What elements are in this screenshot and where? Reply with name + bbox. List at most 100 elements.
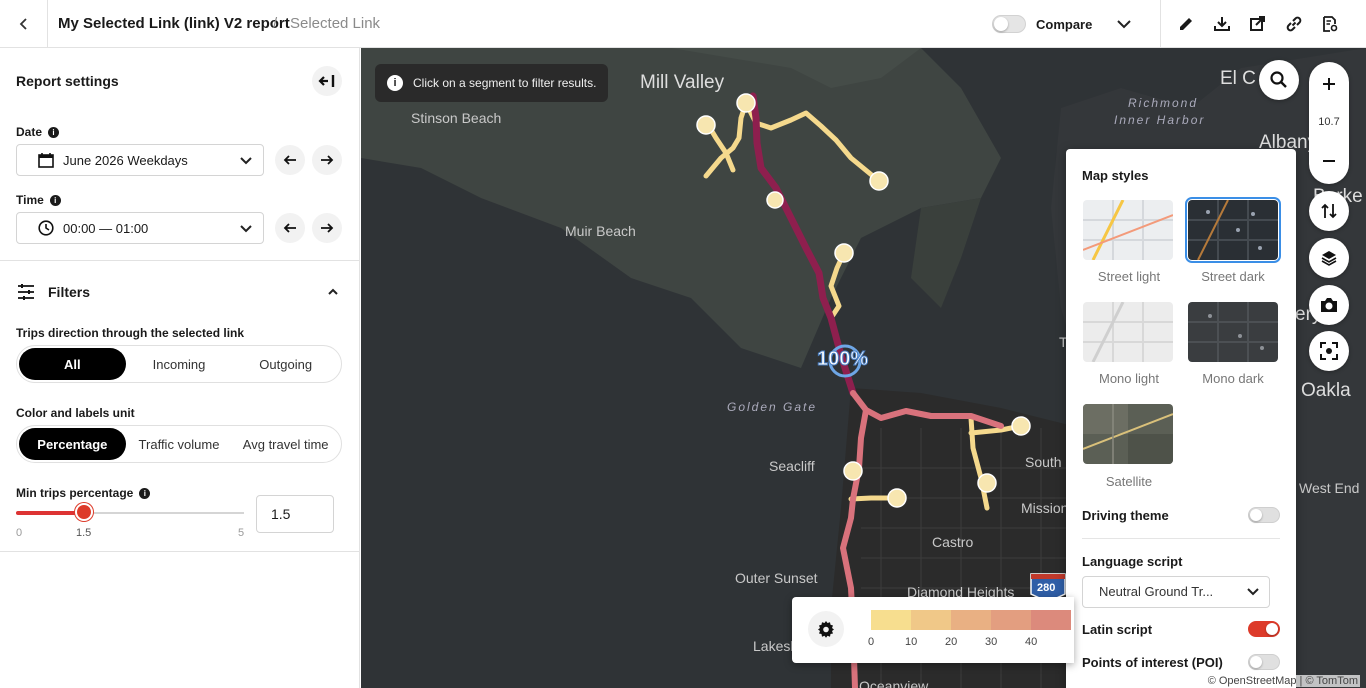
legend-tick: 20 [945,636,958,648]
report-details-button[interactable] [1319,13,1341,35]
download-button[interactable] [1211,13,1233,35]
date-next-button[interactable] [312,145,342,175]
collapse-sidebar-button[interactable] [312,66,342,96]
poi-toggle[interactable] [1248,654,1280,670]
unit-option-percentage[interactable]: Percentage [19,428,126,460]
time-prev-button[interactable] [275,213,305,243]
divider [0,551,360,552]
sidebar-title: Report settings [16,73,119,89]
map-styles-title: Map styles [1082,168,1149,183]
date-value: June 2026 Weekdays [63,152,188,168]
style-thumbnail-mono-light[interactable] [1083,302,1173,362]
time-select[interactable]: 00:00 — 01:00 [16,212,264,244]
style-label: Satellite [1105,474,1153,489]
link-icon [1286,16,1302,32]
map-place-label: Mill Valley [640,72,725,93]
compare-dropdown[interactable] [1112,12,1136,36]
direction-option-outgoing[interactable]: Outgoing [232,348,339,380]
language-script-select[interactable]: Neutral Ground Tr... [1082,576,1270,608]
copy-link-button[interactable] [1283,13,1305,35]
pencil-icon [1180,18,1192,30]
swap-direction-button[interactable] [1309,191,1349,231]
zoom-in-button[interactable] [1309,70,1349,98]
map-place-label: Mission [1021,500,1069,516]
map-layers-button[interactable] [1309,238,1349,278]
latin-script-toggle[interactable] [1248,621,1280,637]
style-label: Mono dark [1202,371,1264,386]
time-next-button[interactable] [312,213,342,243]
arrow-left-icon [283,155,296,165]
compare-toggle[interactable] [992,15,1026,33]
latin-script-row: Latin script [1082,621,1280,637]
map-place-label: Oceanview [859,678,929,688]
direction-option-incoming[interactable]: Incoming [126,348,233,380]
style-thumbnail-satellite[interactable] [1083,404,1173,464]
legend-swatch [951,610,991,630]
slider-max-label: 5 [238,527,245,539]
info-icon[interactable]: i [139,487,151,499]
min-trips-slider-handle[interactable] [75,503,93,521]
unit-segmented-control: Percentage Traffic volume Avg travel tim… [16,425,342,463]
driving-theme-toggle[interactable] [1248,507,1280,523]
driving-theme-label: Driving theme [1082,507,1169,523]
search-icon [1270,71,1287,88]
back-button[interactable] [0,0,48,48]
filters-toggle[interactable]: Filters [16,280,344,304]
unit-option-avg-travel-time[interactable]: Avg travel time [232,428,339,460]
camera-icon [1321,298,1337,312]
legend-settings-button[interactable] [808,611,844,647]
chevron-up-icon [328,288,338,295]
arrow-right-icon [321,155,334,165]
style-thumbnail-mono-dark[interactable] [1188,302,1278,362]
selected-link-percentage[interactable]: 100% [816,348,868,371]
date-label: Date i [16,125,60,139]
screenshot-button[interactable] [1309,285,1349,325]
minus-icon [1323,160,1335,162]
style-label: Street dark [1201,269,1265,284]
map-search-button[interactable] [1259,60,1299,100]
legend-color-scale [871,610,1071,630]
map-hint-banner: i Click on a segment to filter results. [375,64,609,102]
direction-option-all[interactable]: All [19,348,126,380]
unit-option-traffic-volume[interactable]: Traffic volume [126,428,233,460]
edit-button[interactable] [1175,13,1197,35]
info-icon: i [387,75,403,91]
report-settings-sidebar: Report settings Date i June 2026 Weekday… [0,48,360,688]
map-place-label: West End [1299,480,1360,496]
map-place-label: Golden Gate [727,400,818,414]
latin-script-label: Latin script [1082,621,1153,637]
style-label: Street light [1097,269,1161,284]
info-icon[interactable]: i [49,194,61,206]
legend-swatch [911,610,951,630]
compare-label: Compare [1036,17,1093,32]
date-label-text: Date [16,125,43,139]
poi-row: Points of interest (POI) [1082,654,1280,670]
arrow-left-icon [283,223,296,233]
direction-segmented-control: All Incoming Outgoing [16,345,342,383]
gear-icon [818,621,834,638]
style-thumbnail-street-light[interactable] [1083,200,1173,260]
document-settings-icon [1323,16,1338,32]
poi-label: Points of interest (POI) [1082,654,1223,670]
time-label: Time i [16,193,61,207]
map-attribution[interactable]: © OpenStreetMap | © TomTom [1205,675,1360,687]
driving-theme-row: Driving theme [1082,507,1280,523]
date-prev-button[interactable] [275,145,305,175]
map-view[interactable]: Mill Valley Stinson Beach Muir Beach Gol… [361,48,1366,688]
min-trips-label-text: Min trips percentage [16,486,134,500]
share-button[interactable] [1247,13,1269,35]
map-place-label: Richmond [1128,96,1199,110]
legend-swatch [1031,610,1071,630]
zoom-out-button[interactable] [1309,150,1349,178]
min-trips-input[interactable]: 1.5 [256,495,334,533]
min-trips-label: Min trips percentage i [16,486,151,500]
clock-icon [37,219,55,237]
info-icon[interactable]: i [48,126,60,138]
date-select[interactable]: June 2026 Weekdays [16,144,264,176]
style-thumbnail-street-dark[interactable] [1185,197,1281,263]
map-place-label: Castro [932,534,974,550]
fit-bounds-button[interactable] [1309,331,1349,371]
map-place-label: Oakla [1301,380,1351,401]
plus-icon [1323,78,1335,90]
map-legend: 0 10 20 30 40 [792,597,1074,663]
